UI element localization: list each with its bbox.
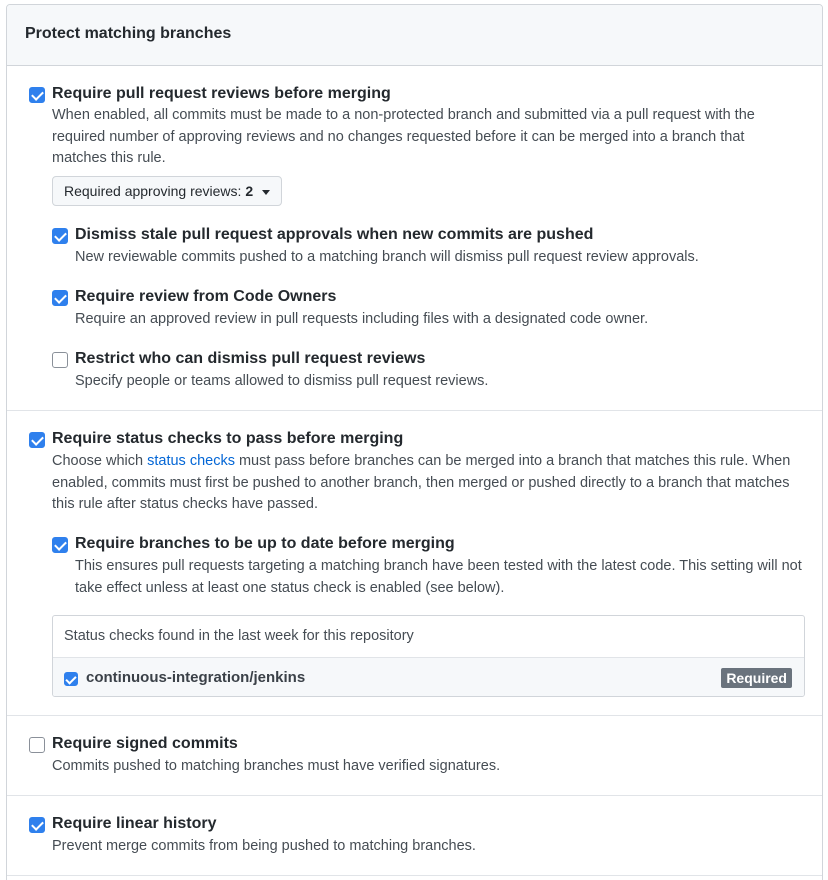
pr-reviews-checkbox[interactable] [29, 87, 45, 103]
required-approving-reviews-select[interactable]: Required approving reviews: 2 [52, 176, 282, 206]
dismiss-stale-checkbox[interactable] [52, 228, 68, 244]
dismiss-stale-label[interactable]: Dismiss stale pull request approvals whe… [75, 226, 593, 244]
required-badge: Required [721, 668, 792, 688]
status-checks-description: Choose which status checks must pass bef… [52, 451, 804, 516]
pr-reviews-description: When enabled, all commits must be made t… [52, 107, 755, 166]
section-divider [7, 875, 822, 876]
restrict-dismiss-label[interactable]: Restrict who can dismiss pull request re… [75, 350, 425, 368]
up-to-date-description: This ensures pull requests targeting a m… [75, 558, 802, 596]
linear-history-description: Prevent merge commits from being pushed … [52, 838, 476, 854]
code-owners-label[interactable]: Require review from Code Owners [75, 288, 336, 306]
dismiss-stale-description: New reviewable commits pushed to a match… [75, 249, 699, 265]
status-checks-label[interactable]: Require status checks to pass before mer… [52, 430, 403, 448]
signed-commits-description: Commits pushed to matching branches must… [52, 758, 501, 774]
caret-down-icon [262, 189, 271, 195]
code-owners-description: Require an approved review in pull reque… [75, 311, 649, 327]
linear-history-label[interactable]: Require linear history [52, 815, 217, 833]
branch-protection-panel: Protect matching branches Require pull r… [6, 4, 823, 880]
status-check-name[interactable]: continuous-integration/jenkins [86, 669, 305, 686]
section-divider [7, 715, 822, 716]
signed-commits-label[interactable]: Require signed commits [52, 735, 238, 753]
status-checks-checkbox[interactable] [29, 432, 45, 448]
section-divider [7, 795, 822, 796]
pr-reviews-label[interactable]: Require pull request reviews before merg… [52, 85, 391, 103]
code-owners-checkbox[interactable] [52, 290, 68, 306]
linear-history-checkbox[interactable] [29, 817, 45, 833]
up-to-date-label[interactable]: Require branches to be up to date before… [75, 535, 455, 553]
up-to-date-checkbox[interactable] [52, 537, 68, 553]
jenkins-check-checkbox[interactable] [64, 672, 78, 686]
section-divider [7, 410, 822, 411]
approving-reviews-label: Required approving reviews: [64, 183, 242, 199]
restrict-dismiss-description: Specify people or teams allowed to dismi… [75, 373, 489, 389]
status-checks-list: Status checks found in the last week for… [52, 615, 805, 697]
status-check-row: continuous-integration/jenkins Required [53, 657, 804, 696]
status-checks-link[interactable]: status checks [147, 453, 235, 469]
panel-title: Protect matching branches [25, 25, 232, 42]
signed-commits-checkbox[interactable] [29, 737, 45, 753]
restrict-dismiss-checkbox[interactable] [52, 352, 68, 368]
panel-header: Protect matching branches [7, 5, 822, 66]
status-checks-list-header: Status checks found in the last week for… [64, 628, 414, 644]
approving-reviews-value: 2 [245, 183, 254, 199]
status-checks-desc-start: Choose which [52, 453, 148, 469]
